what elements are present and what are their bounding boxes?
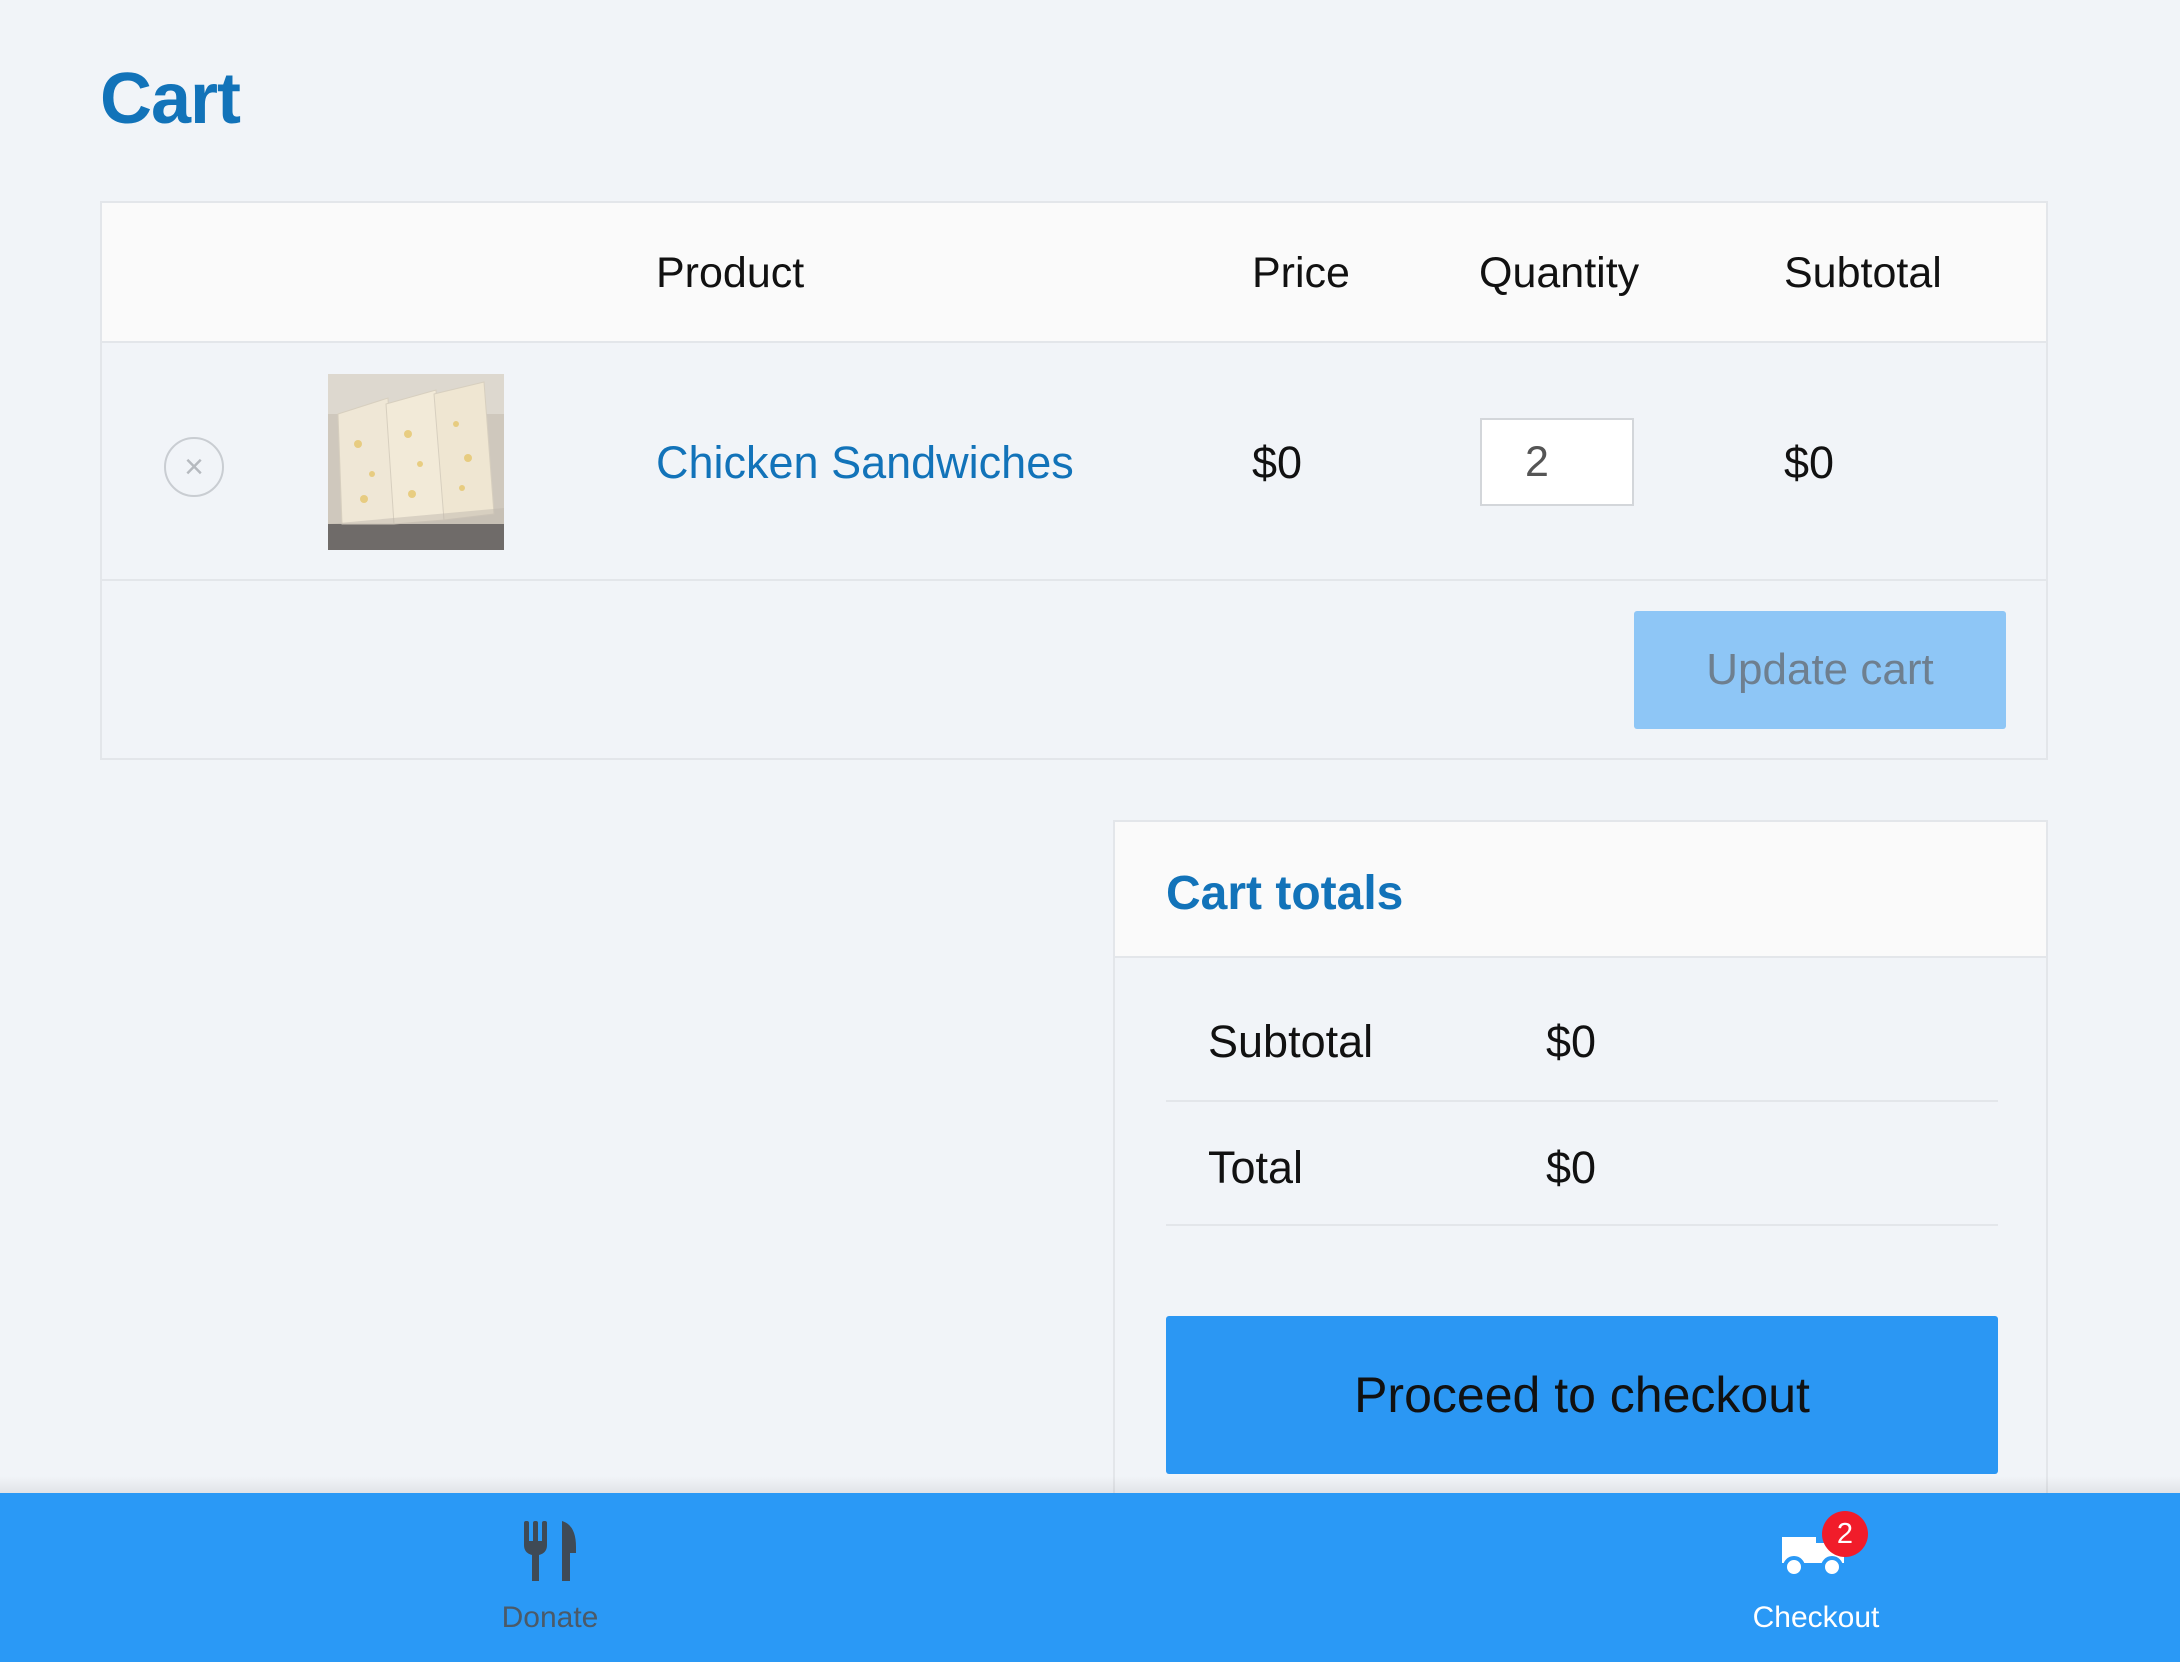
sandwich-image — [328, 374, 504, 550]
totals-subtotal-row: Subtotal $0 — [1166, 958, 1998, 1102]
totals-subtotal-label: Subtotal — [1208, 1016, 1374, 1067]
totals-total-value: $0 — [1546, 1142, 1597, 1193]
nav-label-checkout: Checkout — [1752, 1601, 1880, 1634]
remove-item-button[interactable]: × — [164, 437, 224, 497]
cart-totals-header: Cart totals — [1115, 822, 2046, 958]
update-cart-button[interactable]: Update cart — [1634, 611, 2006, 729]
cart-page: Cart Product Price Quantity Subtotal × C… — [0, 0, 2180, 1662]
close-icon: × — [184, 448, 204, 486]
bottom-nav-shadow — [0, 1476, 2180, 1494]
product-name-link[interactable]: Chicken Sandwiches — [656, 437, 1074, 489]
page-title: Cart — [100, 59, 241, 139]
cart-item-row: × Chicken Sandwiches $0 2 $0 — [102, 343, 2046, 581]
header-price: Price — [1252, 249, 1350, 297]
cart-totals-title: Cart totals — [1166, 867, 1404, 920]
totals-total-label: Total — [1208, 1142, 1304, 1193]
quantity-input[interactable] — [1480, 418, 1634, 506]
item-subtotal: $0 — [1784, 437, 1835, 488]
nav-item-checkout[interactable]: Checkout — [1706, 1493, 1926, 1662]
header-product: Product — [656, 249, 805, 297]
totals-total-row: Total $0 — [1166, 1102, 1998, 1226]
nav-item-donate[interactable]: Donate — [440, 1493, 660, 1662]
cart-table: Product Price Quantity Subtotal × Chicke… — [100, 201, 2048, 760]
cart-count-badge: 2 — [1822, 1511, 1868, 1557]
cart-table-header: Product Price Quantity Subtotal — [102, 203, 2046, 343]
totals-subtotal-value: $0 — [1546, 1016, 1597, 1067]
nav-label-donate: Donate — [501, 1601, 599, 1634]
item-price: $0 — [1252, 437, 1303, 488]
proceed-to-checkout-button[interactable]: Proceed to checkout — [1166, 1316, 1998, 1474]
header-subtotal: Subtotal — [1784, 249, 1942, 297]
cart-totals-panel: Cart totals Subtotal $0 Total $0 Proceed… — [1113, 820, 2048, 1520]
header-quantity: Quantity — [1479, 249, 1640, 297]
utensils-icon — [524, 1521, 576, 1581]
product-thumbnail[interactable] — [328, 374, 504, 550]
